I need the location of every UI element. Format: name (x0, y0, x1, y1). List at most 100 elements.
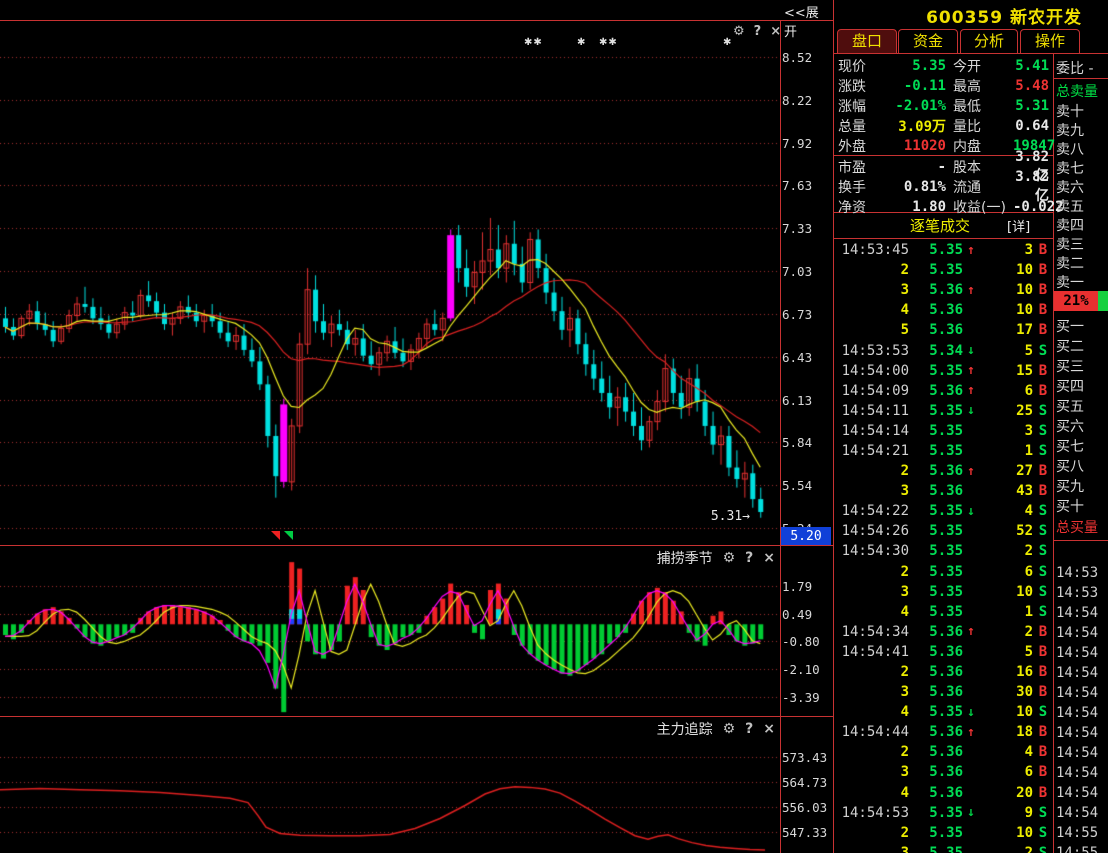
time-cell: 14:54 (1056, 705, 1108, 721)
gear-icon[interactable]: ⚙ (723, 721, 736, 737)
tick-row: 14:54:445.36↑18B (833, 722, 1053, 742)
star-marker-icon: ✱ (723, 37, 732, 48)
tick-side: S (1033, 845, 1053, 853)
buy-level-9: 买九 (1056, 476, 1108, 496)
time-cell: 14:54 (1056, 785, 1108, 801)
arrow-up-icon: ↑ (963, 464, 979, 479)
close-icon[interactable]: × (763, 721, 775, 737)
tick-side: B (1033, 644, 1053, 660)
tick-volume: 10 (979, 825, 1033, 841)
help-icon[interactable]: ? (745, 550, 753, 566)
tick-side: B (1033, 463, 1053, 479)
tick-volume: 20 (979, 785, 1033, 801)
sell-level-8: 卖八 (1056, 139, 1108, 159)
tick-side: B (1033, 302, 1053, 318)
axis-tick-label: 8.22 (782, 93, 829, 108)
tick-time: 14:54:41 (833, 644, 909, 660)
tick-volume: 16 (979, 664, 1033, 680)
tick-seq: 3 (833, 483, 909, 499)
quote-label: 市盈 (833, 157, 882, 177)
tick-row: 14:54:005.35↑15B (833, 361, 1053, 381)
tick-price: 5.36 (909, 724, 963, 740)
quote-row: 涨跌-0.11最高5.48 (833, 76, 1053, 96)
tick-price: 5.34 (909, 343, 963, 359)
tick-price: 5.36 (909, 664, 963, 680)
tick-price: 5.35 (909, 262, 963, 278)
sell-level-5: 卖五 (1056, 196, 1108, 216)
tick-row: 45.3610B (833, 300, 1053, 320)
close-icon[interactable]: × (763, 550, 775, 566)
tick-panel-title: 逐笔成交 (833, 215, 1007, 236)
tick-volume: 4 (979, 744, 1033, 760)
tick-price: 5.36 (909, 463, 963, 479)
tick-price: 5.35 (909, 564, 963, 580)
quote-value: - (882, 159, 946, 175)
tick-price: 5.36 (909, 644, 963, 660)
tick-time: 14:54:34 (833, 624, 909, 640)
gear-icon[interactable]: ⚙ (733, 24, 745, 39)
tick-seq: 5 (833, 322, 909, 338)
tick-price: 5.36 (909, 302, 963, 318)
tick-row: 14:53:455.35↑3B (833, 240, 1053, 260)
quote-label: 最低 (946, 96, 1013, 116)
tab-盘口[interactable]: 盘口 (837, 29, 897, 54)
arrow-down-icon: ↓ (963, 805, 979, 820)
expand-collapse-button[interactable]: <<展开 (784, 2, 830, 40)
tick-row: 35.3643B (833, 481, 1053, 501)
quote-value: 5.48 (1013, 78, 1053, 94)
time-cell: 14:54 (1056, 625, 1108, 641)
help-icon[interactable]: ? (754, 24, 762, 39)
tick-seq: 2 (833, 825, 909, 841)
tick-row: 25.3510S (833, 823, 1053, 843)
tick-price: 5.35 (909, 423, 963, 439)
arrow-up-icon: ↑ (963, 725, 979, 740)
buy-level-4: 买四 (1056, 376, 1108, 396)
tick-time: 14:54:22 (833, 503, 909, 519)
tick-time: 14:53:45 (833, 242, 909, 258)
tick-side: B (1033, 262, 1053, 278)
tick-row: 14:54:345.36↑2B (833, 622, 1053, 642)
axis-tick-label: 1.79 (782, 579, 829, 594)
quote-label: 最高 (946, 76, 1013, 96)
tick-trade-list: 14:53:455.35↑3B25.3510B35.36↑10B45.3610B… (833, 240, 1053, 853)
tick-seq: 4 (833, 785, 909, 801)
tab-分析[interactable]: 分析 (960, 29, 1018, 54)
tick-time: 14:54:00 (833, 363, 909, 379)
axis-tick-label: -2.10 (782, 662, 829, 677)
season-indicator-chart[interactable] (0, 545, 780, 716)
kline-chart[interactable] (0, 20, 780, 545)
tick-side: B (1033, 242, 1053, 258)
divider (780, 20, 781, 853)
tick-price: 5.35 (909, 523, 963, 539)
divider (0, 716, 833, 717)
tab-资金[interactable]: 资金 (898, 29, 958, 54)
tick-side: S (1033, 584, 1053, 600)
tick-row: 14:54:415.365B (833, 642, 1053, 662)
season-panel-header: 捕捞季节 ⚙ ? × (560, 548, 775, 568)
quote-row: 涨幅-2.01%最低5.31 (833, 96, 1053, 116)
axis-tick-label: -3.39 (782, 690, 829, 705)
quote-label: 量比 (946, 116, 1013, 136)
tick-seq: 2 (833, 664, 909, 680)
tick-price: 5.36 (909, 744, 963, 760)
tick-detail-link[interactable]: [详] (1007, 216, 1053, 235)
tick-volume: 25 (979, 403, 1033, 419)
time-cell: 14:54 (1056, 605, 1108, 621)
tick-price: 5.35 (909, 604, 963, 620)
sell-level-4: 卖四 (1056, 215, 1108, 235)
quote-label: 涨跌 (833, 76, 882, 96)
tick-price: 5.35 (909, 403, 963, 419)
ratio-green-segment (1098, 291, 1108, 311)
help-icon[interactable]: ? (745, 721, 753, 737)
tick-seq: 3 (833, 684, 909, 700)
tick-seq: 4 (833, 604, 909, 620)
gear-icon[interactable]: ⚙ (723, 550, 736, 566)
tick-time: 14:54:30 (833, 543, 909, 559)
tick-volume: 2 (979, 543, 1033, 559)
tab-操作[interactable]: 操作 (1020, 29, 1080, 54)
arrow-up-icon: ↑ (963, 363, 979, 378)
tick-time: 14:54:53 (833, 805, 909, 821)
quote-label: 流通 (946, 177, 1013, 197)
time-cell: 14:54 (1056, 665, 1108, 681)
tick-seq: 2 (833, 463, 909, 479)
